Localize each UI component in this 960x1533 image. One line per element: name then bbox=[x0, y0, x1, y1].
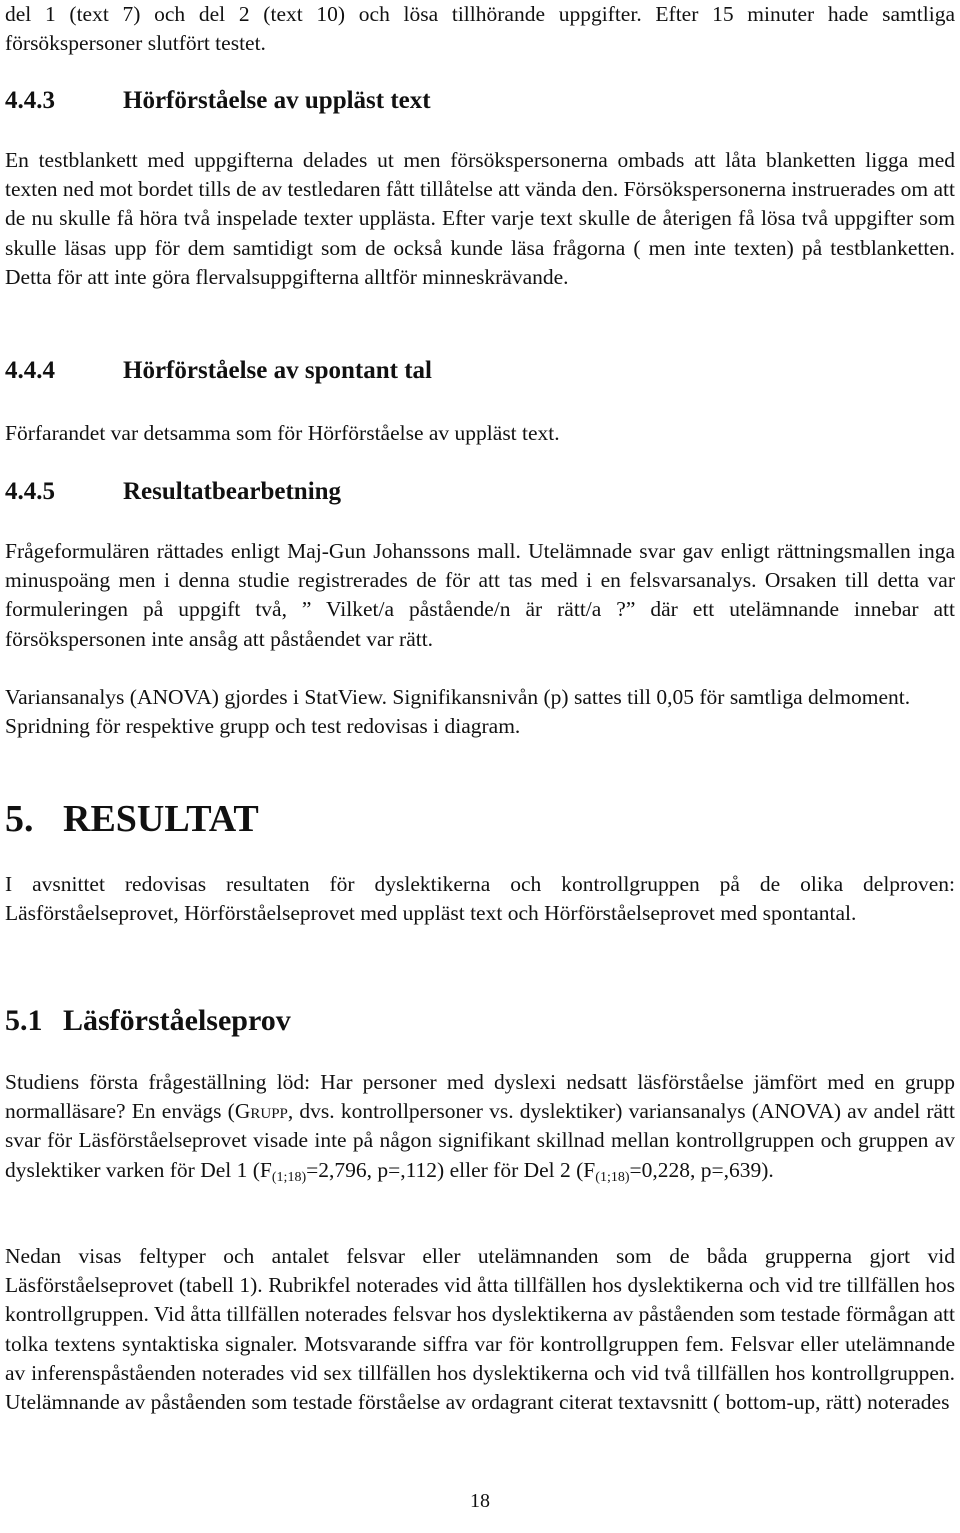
section-4-4-5-paragraph-1: Frågeformulären rättades enligt Maj-Gun … bbox=[5, 539, 955, 651]
section-heading-4-4-4: 4.4.4 Hörförståelse av spontant tal bbox=[5, 356, 432, 386]
text-run-smallcaps: Grupp bbox=[234, 1099, 288, 1124]
section-4-4-5-paragraph-2: Variansanalys (ANOVA) gjordes i StatView… bbox=[5, 685, 911, 739]
chapter-heading: 5. RESULTAT bbox=[5, 797, 259, 841]
subsection-number: 5.1 bbox=[5, 1004, 43, 1037]
section-title: Resultatbearbetning bbox=[123, 478, 342, 505]
subsection-paragraph-2: Nedan visas feltyper och antalet felsvar… bbox=[5, 1244, 955, 1415]
page-number: 18 bbox=[470, 1490, 490, 1512]
df-subscript: (1;18) bbox=[595, 1169, 630, 1185]
section-heading-4-4-5: 4.4.5 Resultatbearbetning bbox=[5, 477, 341, 507]
intro-paragraph: del 1 (text 7) och del 2 (text 10) och l… bbox=[5, 2, 955, 56]
section-4-4-3-paragraph: En testblankett med uppgifterna delades … bbox=[5, 148, 955, 289]
chapter-paragraph: I avsnittet redovisas resultaten för dys… bbox=[5, 872, 955, 926]
section-number: 4.4.5 bbox=[5, 478, 55, 505]
chapter-title: RESULTAT bbox=[63, 798, 259, 840]
subsection-heading-5-1: 5.1 Läsförståelseprov bbox=[5, 1003, 291, 1039]
section-heading-4-4-3: 4.4.3 Hörförståelse av uppläst text bbox=[5, 86, 431, 116]
subsection-paragraph-1: Studiens första frågeställning löd: Har … bbox=[5, 1068, 955, 1185]
df-subscript: (1;18) bbox=[271, 1169, 307, 1185]
section-title: Hörförståelse av uppläst text bbox=[123, 87, 431, 114]
section-number: 4.4.3 bbox=[5, 87, 55, 114]
chapter-number: 5. bbox=[5, 798, 34, 840]
section-title: Hörförståelse av spontant tal bbox=[123, 357, 432, 384]
text-run: =0,228, p=,639). bbox=[629, 1157, 774, 1182]
subsection-title: Läsförståelseprov bbox=[63, 1004, 291, 1037]
text-run: =2,796, p=,112) eller för Del 2 (F bbox=[306, 1157, 596, 1182]
section-number: 4.4.4 bbox=[5, 357, 55, 384]
section-4-4-4-paragraph: Förfarandet var detsamma som för Hörförs… bbox=[5, 421, 560, 445]
